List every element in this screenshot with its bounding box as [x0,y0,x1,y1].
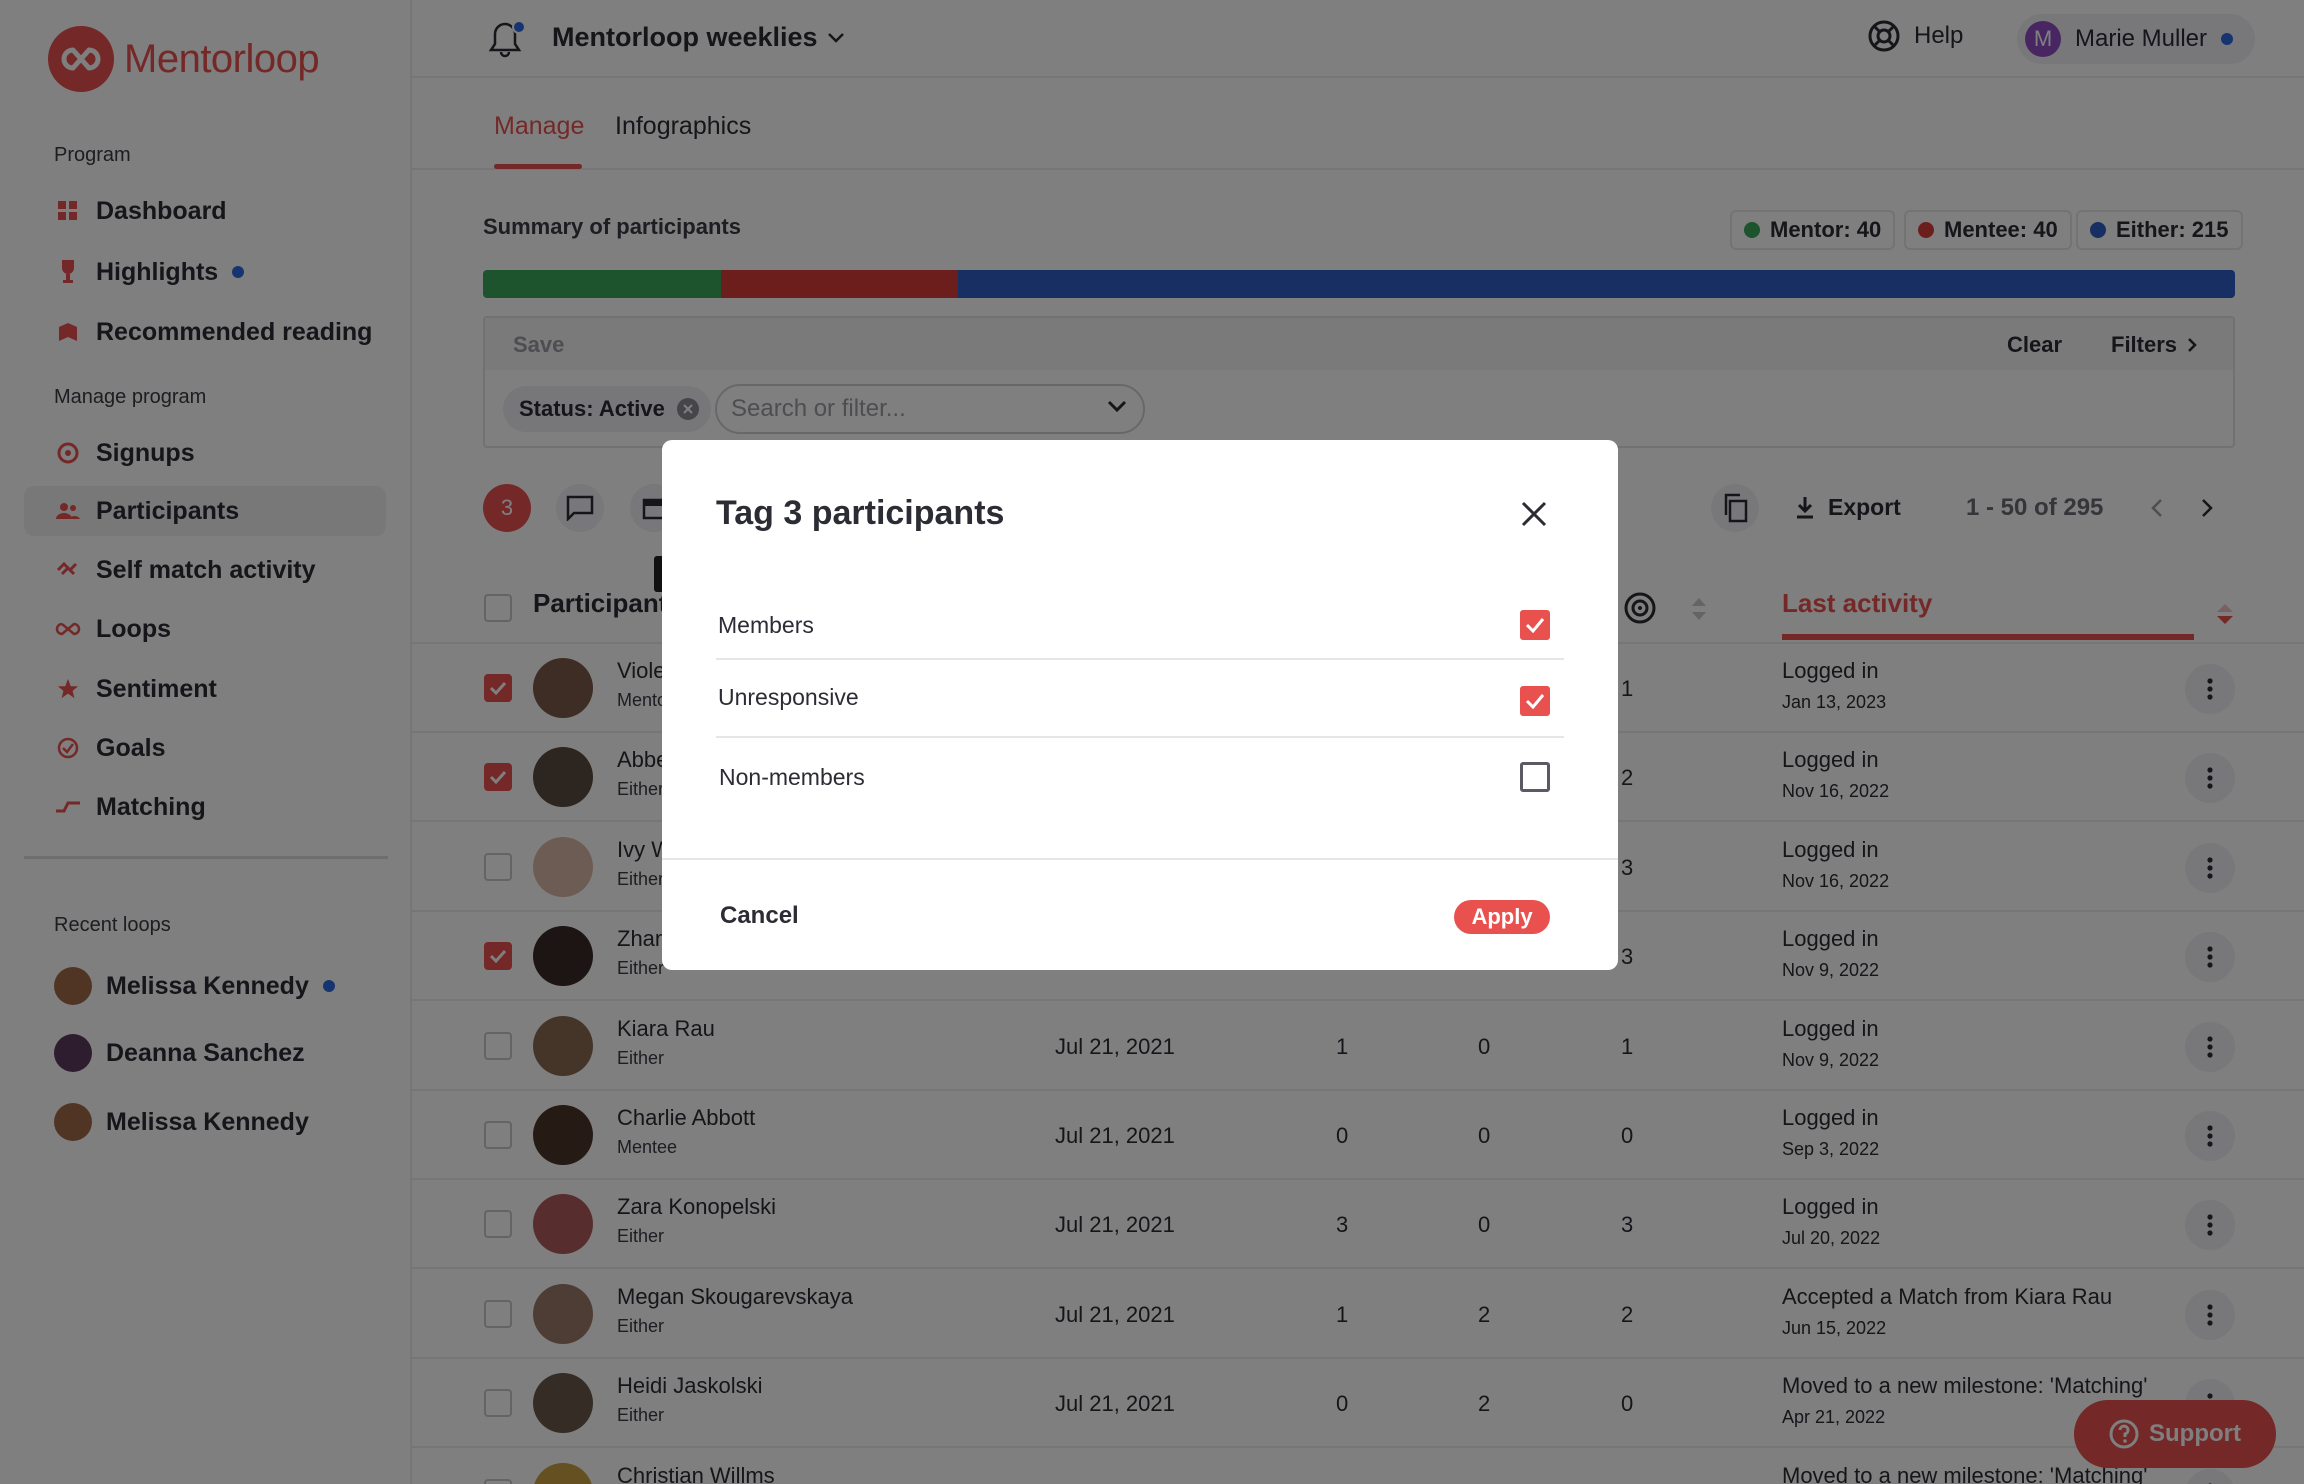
tag-option-members[interactable]: Members [716,590,1564,660]
cancel-button[interactable]: Cancel [720,902,799,930]
tag-option-unresponsive[interactable]: Unresponsive [716,660,1564,738]
tag-option-label: Non-members [719,764,865,790]
dialog-footer-divider [662,858,1618,860]
tag-option-non-members[interactable]: Non-members [716,738,1564,812]
tag-participants-dialog: Tag 3 participants Members Unresponsive … [662,440,1618,970]
tag-checkbox[interactable] [1520,762,1550,792]
tag-option-label: Unresponsive [718,684,859,710]
close-icon[interactable] [1520,500,1548,528]
tag-option-label: Members [718,612,814,638]
tag-checkbox[interactable] [1520,610,1550,640]
tag-checkbox[interactable] [1520,686,1550,716]
apply-button[interactable]: Apply [1454,900,1550,934]
dialog-title: Tag 3 participants [716,494,1005,532]
